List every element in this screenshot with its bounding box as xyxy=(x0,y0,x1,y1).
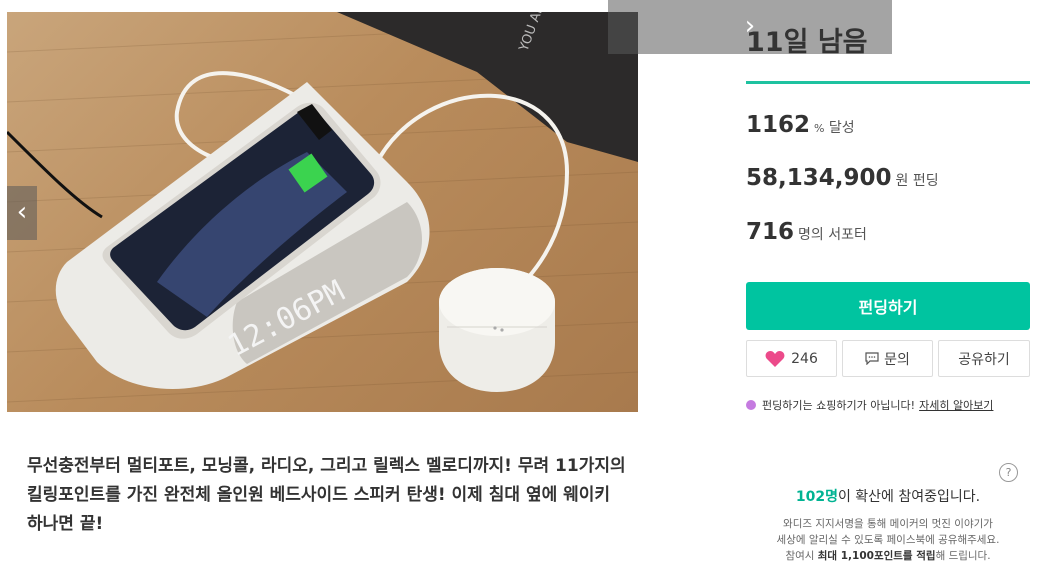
fund-button[interactable]: 펀딩하기 xyxy=(746,282,1030,330)
like-button[interactable]: 246 xyxy=(746,340,837,377)
supporter-stat: 716 명의 서포터 xyxy=(746,219,867,245)
spread-note-line: 참여시 최대 1,100포인트를 적립해 드립니다. xyxy=(746,548,1030,564)
product-photo-illustration: YOU ARE 12:06PM xyxy=(7,12,638,403)
supporter-count: 716 xyxy=(746,219,795,245)
amount-stat: 58,134,900 원 펀딩 xyxy=(746,165,939,191)
spread-note-line: 세상에 알리실 수 있도록 페이스북에 공유해주세요. xyxy=(776,534,1000,546)
note-prefix: 참여시 xyxy=(785,550,818,562)
spread-text: 이 확산에 참여중입니다. xyxy=(837,489,981,505)
chevron-left-icon: ‹ xyxy=(16,197,28,227)
inquiry-label: 문의 xyxy=(884,351,910,368)
product-image: YOU ARE 12:06PM xyxy=(7,12,638,412)
spread-note: 와디즈 지지서명을 통해 메이커의 멋진 이야기가 세상에 알리실 수 있도록 … xyxy=(746,516,1030,564)
description-line: 하나면 끝! xyxy=(27,514,104,534)
supporter-unit: 명의 서포터 xyxy=(798,227,867,243)
achievement-stat: 1162% 달성 xyxy=(746,112,855,138)
chat-icon xyxy=(865,352,879,365)
description-line: 킬링포인트를 가진 완전체 올인원 베드사이드 스피커 탄생! 이제 침대 옆에… xyxy=(27,485,611,505)
share-button[interactable]: 공유하기 xyxy=(938,340,1030,377)
note-suffix: 해 드립니다. xyxy=(935,550,991,562)
achievement-percent: 1162 xyxy=(746,112,811,138)
funding-notice: 펀딩하기는 쇼핑하기가 아닙니다! 자세히 알아보기 xyxy=(746,397,993,413)
progress-line xyxy=(746,81,1030,84)
achievement-unit: 달성 xyxy=(828,120,855,136)
percent-sign: % xyxy=(814,122,825,135)
description-line: 무선충전부터 멀티포트, 모닝콜, 라디오, 그리고 릴렉스 멜로디까지! 무려… xyxy=(27,456,626,476)
product-description: 무선충전부터 멀티포트, 모닝콜, 라디오, 그리고 릴렉스 멜로디까지! 무려… xyxy=(27,452,627,539)
earbuds-case xyxy=(439,268,555,392)
inquiry-button[interactable]: 문의 xyxy=(842,340,933,377)
heart-icon xyxy=(765,350,785,367)
days-left: 11일 남음 xyxy=(746,27,868,58)
amount-unit: 원 펀딩 xyxy=(895,173,939,189)
note-points: 최대 1,100포인트를 적립 xyxy=(817,550,936,562)
like-count: 246 xyxy=(791,350,818,367)
spread-status: 102명이 확산에 참여중입니다. xyxy=(746,486,1030,506)
info-dot-icon xyxy=(746,400,756,410)
funded-amount: 58,134,900 xyxy=(746,165,892,191)
prev-image-button[interactable]: ‹ xyxy=(7,186,37,240)
share-label: 공유하기 xyxy=(958,351,1010,368)
learn-more-link[interactable]: 자세히 알아보기 xyxy=(919,397,993,413)
spread-note-line: 와디즈 지지서명을 통해 메이커의 멋진 이야기가 xyxy=(783,518,993,530)
notice-text: 펀딩하기는 쇼핑하기가 아닙니다! xyxy=(762,399,916,412)
question-icon[interactable]: ? xyxy=(999,463,1018,482)
spread-count: 102명 xyxy=(795,489,838,505)
